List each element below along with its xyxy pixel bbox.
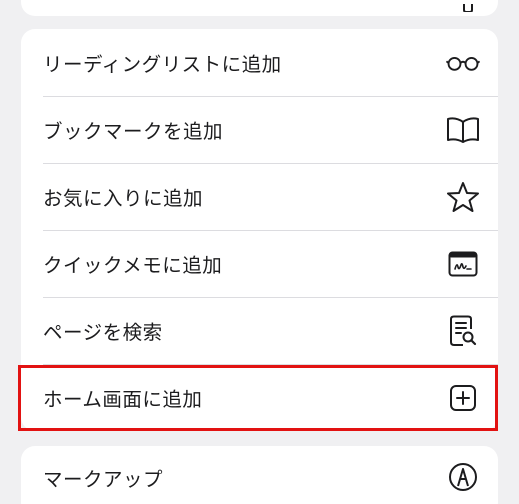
book-icon (446, 113, 480, 147)
add-bookmark-item[interactable]: ブックマークを追加 (21, 96, 498, 163)
quick-note-icon (446, 247, 480, 281)
glasses-icon (446, 46, 480, 80)
previous-menu-group (21, 0, 498, 16)
markup-item[interactable]: マークアップ (21, 446, 498, 504)
menu-item-label: ブックマークを追加 (43, 120, 224, 143)
plus-square-icon (446, 381, 480, 415)
menu-item-label: クイックメモに追加 (43, 254, 223, 277)
share-sheet: リーディングリストに追加 ブックマークを追加 お気に入りに追加 クイックメモに追… (0, 0, 519, 504)
menu-item-label: ページを検索 (43, 321, 163, 344)
markup-menu-group: マークアップ (21, 446, 498, 504)
action-menu-group: リーディングリストに追加 ブックマークを追加 お気に入りに追加 クイックメモに追… (21, 29, 498, 431)
star-icon (446, 180, 480, 214)
add-to-favorites-item[interactable]: お気に入りに追加 (21, 163, 498, 230)
menu-item-label: マークアップ (43, 467, 164, 491)
markup-pen-icon (446, 460, 480, 494)
menu-item-label: お気に入りに追加 (43, 187, 204, 210)
add-to-home-screen-item[interactable]: ホーム画面に追加 (21, 364, 498, 431)
menu-item-label: ホーム画面に追加 (43, 388, 203, 411)
find-in-page-icon (446, 314, 480, 348)
menu-item-label: リーディングリストに追加 (43, 53, 282, 76)
find-on-page-item[interactable]: ページを検索 (21, 297, 498, 364)
add-to-quick-note-item[interactable]: クイックメモに追加 (21, 230, 498, 297)
add-to-reading-list-item[interactable]: リーディングリストに追加 (21, 29, 498, 96)
partial-icon (463, 4, 473, 12)
